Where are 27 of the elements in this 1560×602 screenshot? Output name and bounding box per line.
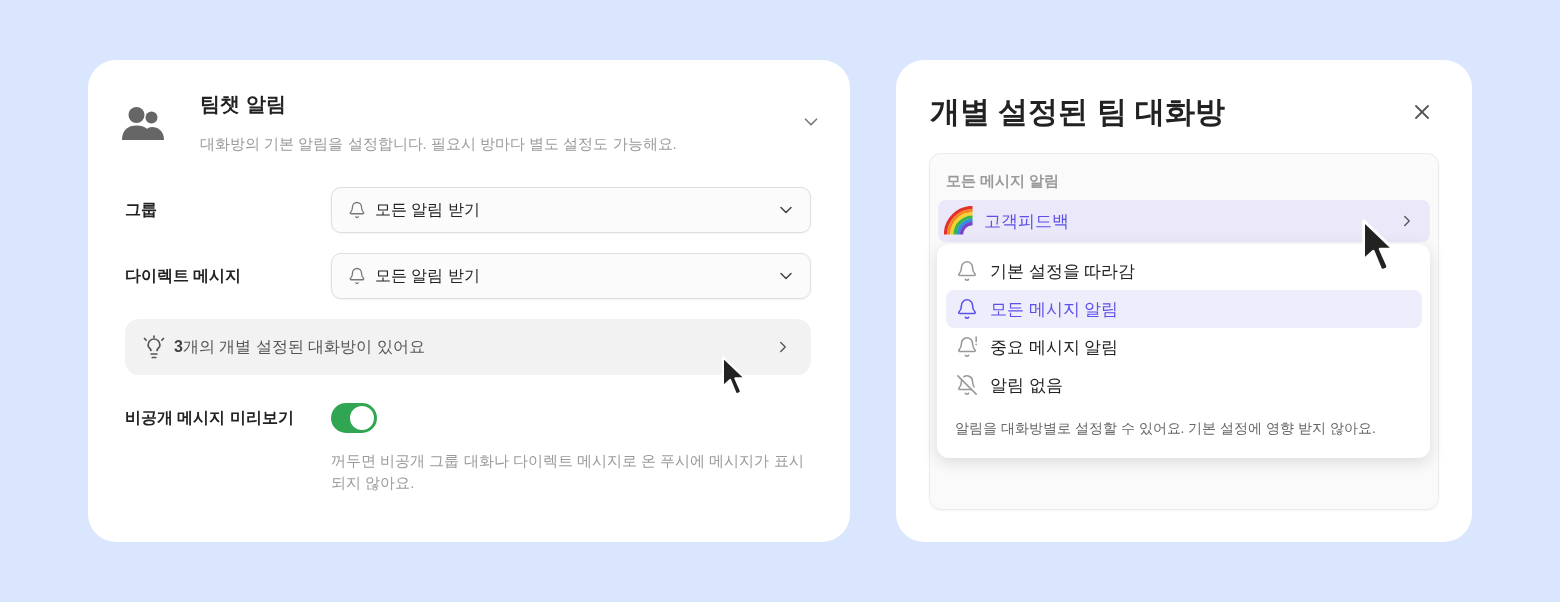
bell-off-icon	[956, 374, 978, 396]
rainbow-icon	[944, 206, 974, 236]
custom-rooms-banner[interactable]: 3개의 개별 설정된 대화방이 있어요	[125, 319, 811, 375]
bell-alert-icon	[956, 336, 978, 358]
bell-icon	[348, 201, 366, 219]
bell-icon	[956, 260, 978, 282]
menu-item[interactable]: 알림 없음	[946, 366, 1422, 404]
card-description: 대화방의 기본 알림을 설정합니다. 필요시 방마다 별도 설정도 가능해요.	[200, 134, 677, 154]
menu-item[interactable]: 모든 메시지 알림	[946, 290, 1422, 328]
toggle-label: 비공개 메시지 미리보기	[125, 408, 295, 428]
people-icon	[122, 107, 164, 140]
notification-select[interactable]: 모든 알림 받기	[331, 187, 811, 233]
bell-icon	[348, 267, 366, 285]
bell-icon	[956, 298, 978, 320]
menu-item[interactable]: 중요 메시지 알림	[946, 328, 1422, 366]
notification-select[interactable]: 모든 알림 받기	[331, 253, 811, 299]
dialog-title: 개별 설정된 팀 대화방	[929, 94, 1225, 130]
toggle-description: 꺼두면 비공개 그룹 대화나 다이렉트 메시지로 온 푸시에 메시지가 표시되지 않아요.	[331, 451, 805, 493]
lightbulb-icon	[143, 335, 165, 359]
menu-item[interactable]: 기본 설정을 따라감	[946, 252, 1422, 290]
section-label: 모든 메시지 알림	[946, 171, 1060, 191]
setting-label: 다이렉트 메시지	[125, 266, 243, 286]
setting-label: 그룹	[125, 200, 158, 220]
menu-note: 알림을 대화방별로 설정할 수 있어요. 기본 설정에 영향 받지 않아요.	[954, 419, 1377, 438]
room-row[interactable]: 고객피드백	[938, 200, 1430, 242]
card-title: 팀챗 알림	[200, 92, 286, 117]
toggle-switch[interactable]	[331, 403, 377, 433]
